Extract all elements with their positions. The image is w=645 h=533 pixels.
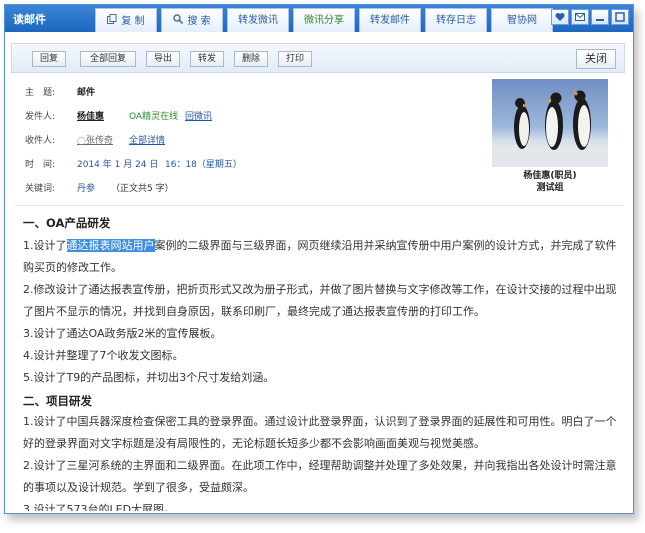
paragraph-2: 2.修改设计了通达报表宣传册，把折页形式又改为册子形式，并做了图片替换与文字修改…: [23, 283, 617, 318]
sender-status: OA精灵在线: [129, 112, 179, 122]
sender-photo: [492, 79, 608, 167]
profile-name: 杨佳惠(职员): [523, 171, 577, 181]
tab-search[interactable]: 搜 索: [161, 8, 223, 32]
tab-zhixie-net[interactable]: 智协网: [491, 8, 553, 32]
paragraph-4: 4.设计并整理了7个收发文图标。: [23, 349, 184, 362]
search-icon: [173, 9, 184, 33]
section-heading-1: 一、OA产品研发: [23, 216, 111, 230]
all-details-link[interactable]: 全部详情: [129, 133, 165, 146]
mail-toolbar: 回复 全部回复 导出 转发 删除 打印 关闭: [11, 43, 625, 73]
header-divider: [15, 205, 623, 206]
recipient-name-text: 张传奇: [85, 136, 113, 146]
time-label: 时 间:: [25, 160, 56, 170]
recipient-icon: ◯: [77, 136, 86, 145]
reply-all-button[interactable]: 全部回复: [80, 51, 136, 67]
date-value: 2014 年 1 月 24 日: [77, 160, 159, 170]
subject-value: 邮件: [77, 88, 96, 98]
copy-icon: [107, 9, 117, 33]
forward-button[interactable]: 转发: [190, 51, 224, 67]
section-heading-2: 二、项目研发: [23, 394, 92, 408]
sender-name[interactable]: 杨佳惠: [77, 109, 104, 122]
mail-icon[interactable]: [571, 9, 589, 25]
profile-dept: 测试组: [536, 183, 564, 193]
maximize-icon[interactable]: [611, 9, 629, 25]
tab-save-log[interactable]: 转存日志: [425, 8, 487, 32]
print-button[interactable]: 打印: [278, 51, 312, 67]
paragraph-6: 1.设计了中国兵器深度检查保密工具的登录界面。通过设计此登录界面，认识到了登录界…: [23, 415, 617, 450]
tab-forward-mail[interactable]: 转发邮件: [359, 8, 421, 32]
paragraph-1: 1.设计了通达报表网站用户案例的二级界面与三级界面，网页继续沿用并采纳宣传册中用…: [23, 235, 621, 279]
mail-body: 一、OA产品研发 1.设计了通达报表网站用户案例的二级界面与三级界面，网页继续沿…: [23, 215, 623, 511]
tab-forward-weixun[interactable]: 转发微讯: [227, 8, 289, 32]
reply-button[interactable]: 回复: [32, 51, 66, 67]
window-controls: [549, 9, 629, 25]
subject-label: 主 题:: [25, 88, 56, 98]
time-value: 16：18（星期五）: [165, 160, 242, 170]
paragraph-7: 2.设计了三星河系统的主界面和二级界面。在此项工作中，经理帮助调整并处理了多处效…: [23, 459, 617, 494]
delete-button[interactable]: 删除: [234, 51, 268, 67]
paragraph-3: 3.设计了通达OA政务版2米的宣传展板。: [23, 327, 222, 340]
export-button[interactable]: 导出: [146, 51, 180, 67]
recipient-label: 收件人:: [25, 136, 56, 146]
mail-window: 读邮件 复 制 搜 索 转发微讯 微讯分享 转发邮件 转存日志 智协网 回复 全…: [4, 4, 634, 514]
tab-copy[interactable]: 复 制: [95, 8, 157, 32]
paragraph-1-prefix: 1.设计了: [23, 239, 67, 252]
word-count: （正文共5 字）: [111, 184, 174, 194]
tab-search-label: 搜 索: [187, 16, 211, 27]
tab-share-weixun[interactable]: 微讯分享: [293, 8, 355, 32]
reply-weixun-link[interactable]: 回微讯: [185, 109, 212, 122]
minimize-icon[interactable]: [591, 9, 609, 25]
selected-text: 通达报表网站用户: [66, 239, 155, 252]
keyword-value: 丹参: [77, 184, 96, 194]
sender-label: 发件人:: [25, 112, 56, 122]
window-title: 读邮件: [13, 13, 46, 26]
profile-caption: 杨佳惠(职员) 测试组: [492, 170, 608, 194]
title-bar: 读邮件 复 制 搜 索 转发微讯 微讯分享 转发邮件 转存日志 智协网: [5, 5, 633, 32]
paragraph-8: 3.设计了573台的LED大屏图。: [23, 503, 176, 511]
close-button[interactable]: 关闭: [576, 49, 616, 69]
heart-icon[interactable]: [551, 9, 569, 25]
paragraph-5: 5.设计了T9的产品图标，并切出3个尺寸发给刘涵。: [23, 371, 275, 384]
recipient-name[interactable]: ◯张传奇: [77, 133, 113, 146]
tab-copy-label: 复 制: [121, 16, 145, 27]
keyword-label: 关键词:: [25, 184, 56, 194]
